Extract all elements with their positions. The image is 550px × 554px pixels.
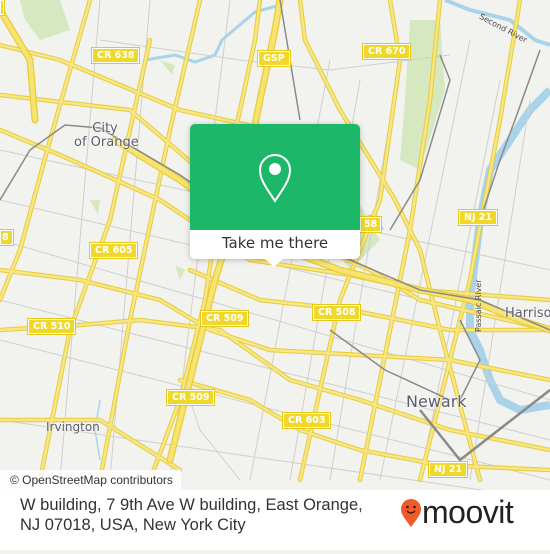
road-shield-cr638: CR 638	[90, 47, 141, 64]
road-shield-cr670: CR 670	[361, 43, 412, 60]
road-shield-cr510: CR 510	[26, 318, 77, 335]
road-shield-cr509: CR 509	[199, 310, 250, 327]
location-popup: Take me there	[190, 124, 360, 267]
road-shield-cr508: CR 508	[311, 304, 362, 321]
place-label-harrison: Harrison	[505, 306, 550, 321]
place-label-irvington: Irvington	[46, 420, 100, 434]
place-label-city-of-orange-line1: City	[92, 121, 118, 136]
take-me-there-button[interactable]: Take me there	[190, 230, 360, 259]
road-shield-cr603: CR 603	[281, 412, 332, 429]
road-shield-cr658: 58	[358, 216, 383, 233]
road-shield-edge-topleft	[0, 0, 5, 16]
road-shield-gsp: GSP	[257, 50, 291, 67]
place-label-newark: Newark	[406, 392, 467, 411]
place-label-city-of-orange: City of Orange	[74, 121, 139, 150]
footer: W building, 7 9th Ave W building, East O…	[0, 490, 550, 550]
road-shield-nj21: NJ 21	[457, 209, 499, 226]
map-tiles	[0, 0, 550, 501]
place-label-city-of-orange-line2: of Orange	[74, 135, 139, 150]
river-label-passaic-river: Passaic River	[474, 279, 483, 333]
road-shield-left-edge: 8	[0, 229, 14, 246]
moovit-smiley-pin-icon	[400, 498, 422, 532]
popup-pointer	[265, 259, 283, 267]
road-shield-nj21-south: NJ 21	[427, 461, 469, 478]
location-pin-icon	[257, 151, 293, 207]
moovit-wordmark: moovit	[422, 494, 514, 530]
address-text: W building, 7 9th Ave W building, East O…	[20, 496, 363, 534]
road-shield-cr509-south: CR 509	[165, 389, 216, 406]
road-shield-cr605: CR 605	[88, 242, 139, 259]
map-attribution[interactable]: © OpenStreetMap contributors	[0, 470, 181, 490]
popup-header	[190, 124, 360, 230]
map-canvas[interactable]: CR 638 GSP CR 670 8 CR 605 58 NJ 21 CR 5…	[0, 0, 550, 550]
